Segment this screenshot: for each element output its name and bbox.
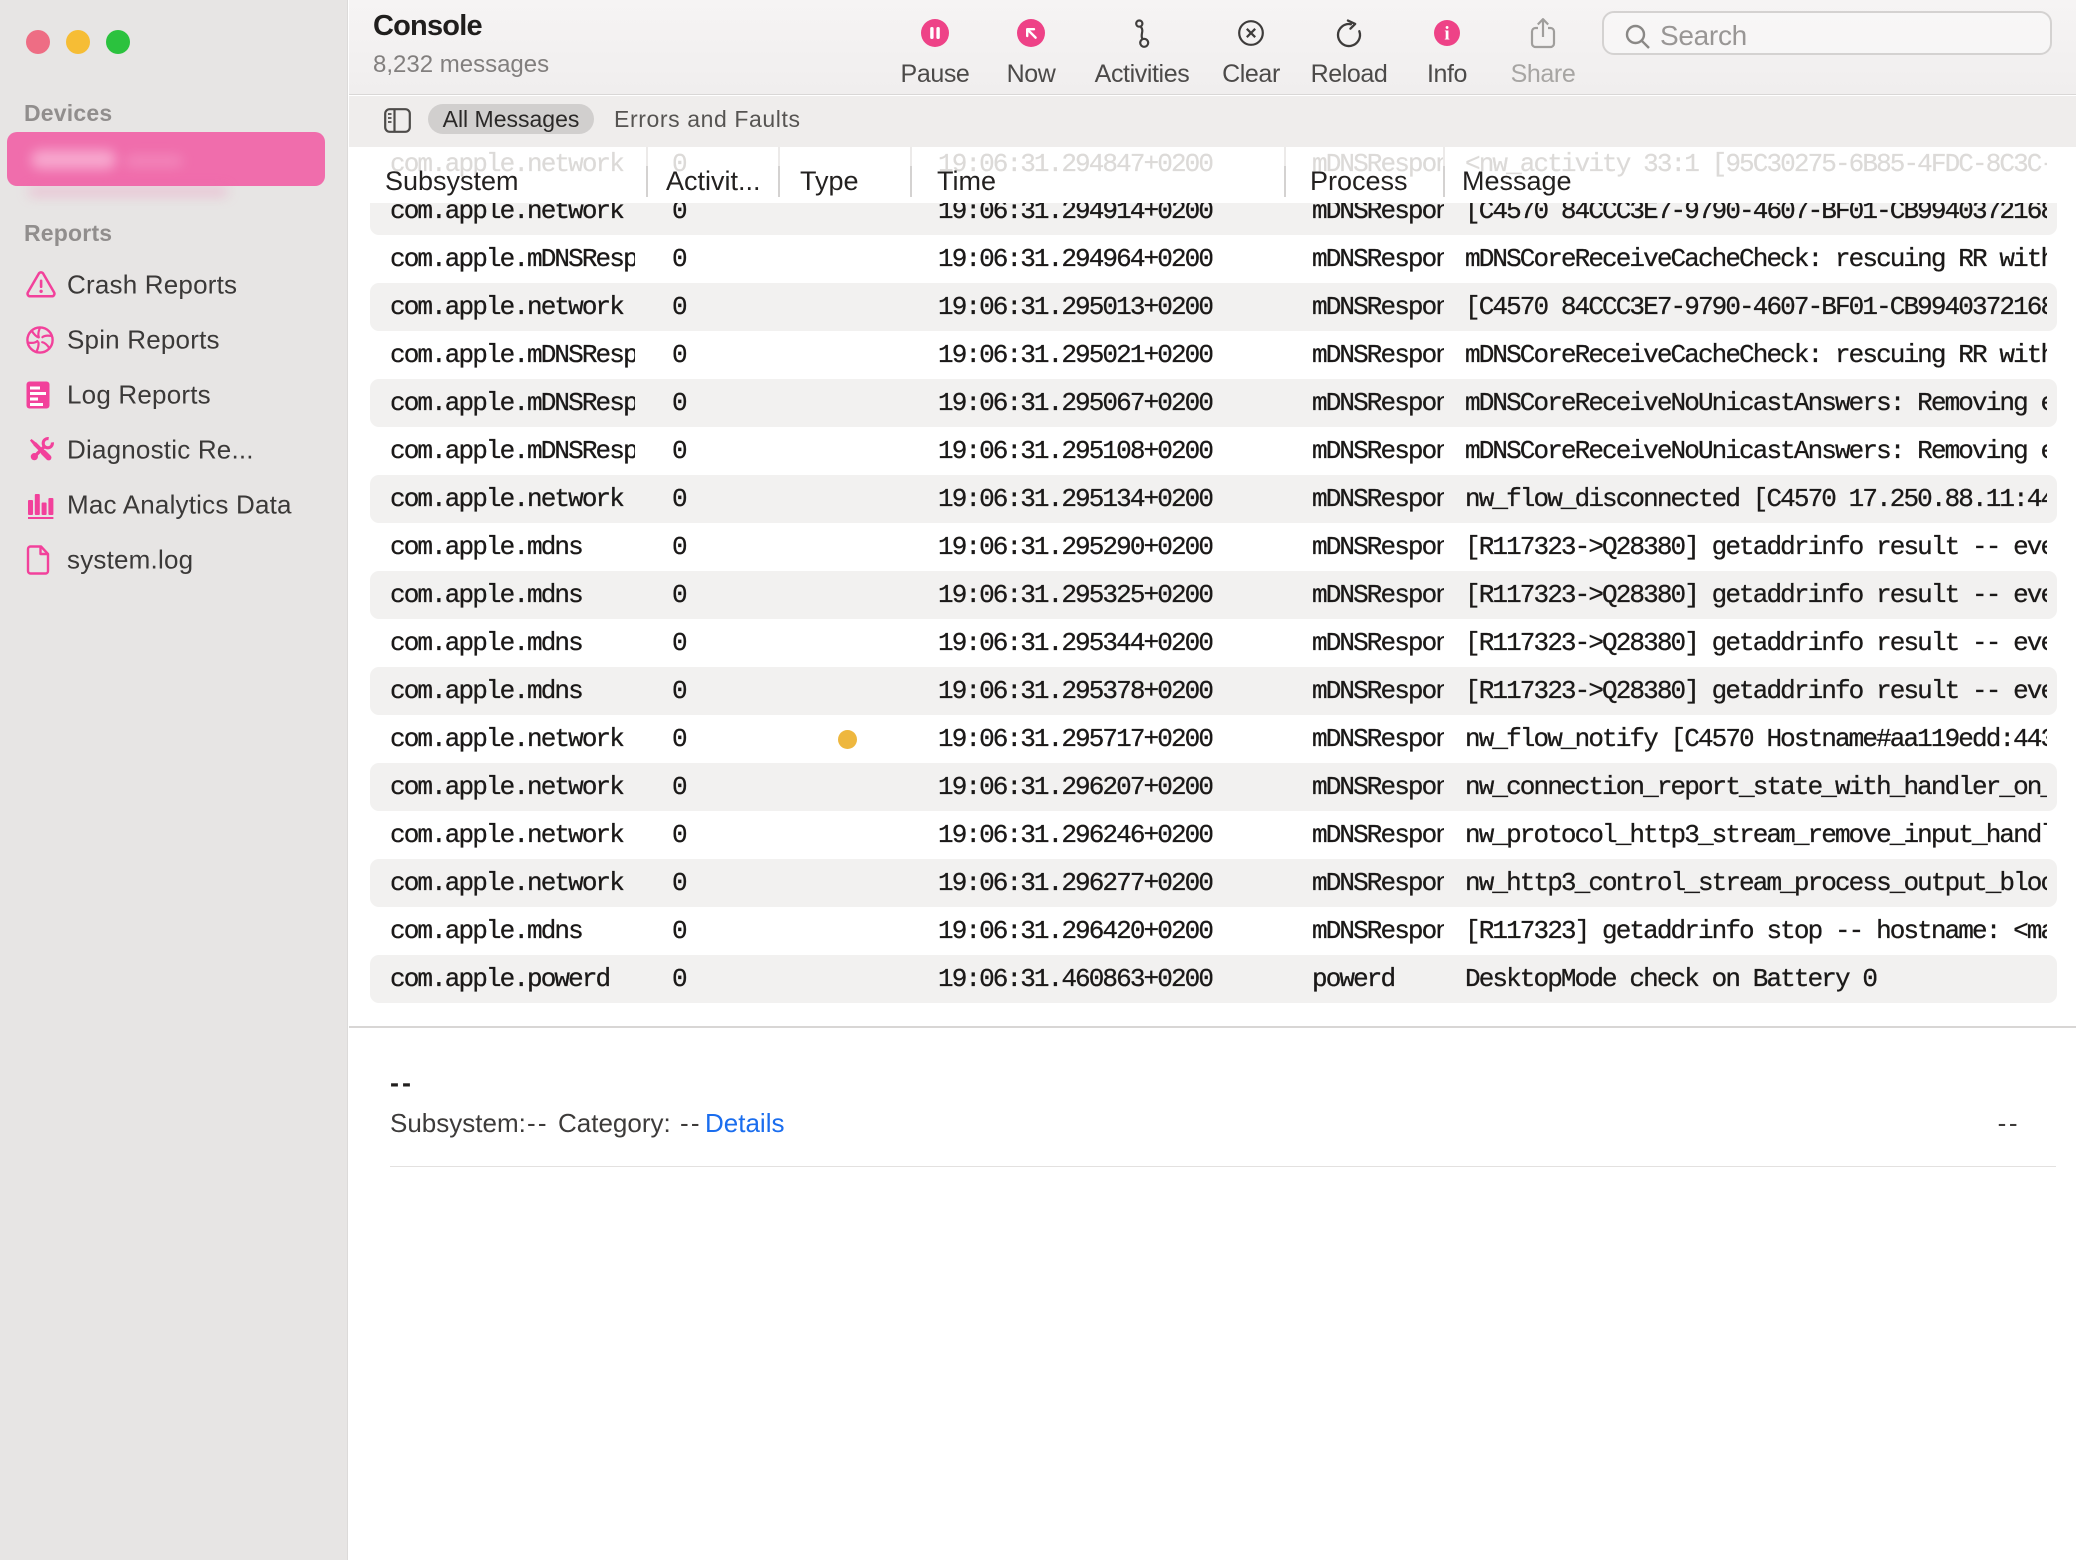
svg-text:i: i <box>1444 24 1449 45</box>
